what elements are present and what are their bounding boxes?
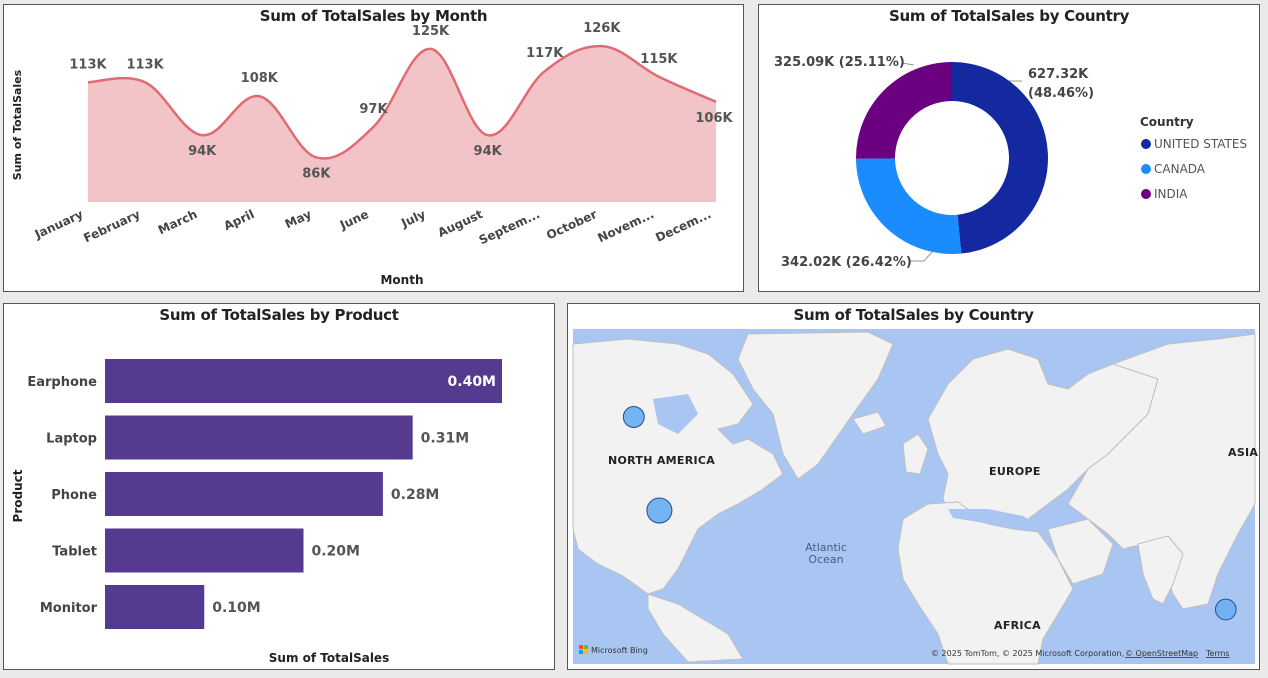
month-y-axis-label: Sum of TotalSales [11, 69, 24, 180]
slice-label-india: 325.09K (25.11%) [774, 55, 905, 70]
map-panel[interactable]: Sum of TotalSales by Country NORTH AMERI… [567, 303, 1260, 670]
month-x-axis-label: Month [380, 273, 423, 287]
product-y-tick-label: Monitor [40, 601, 98, 616]
legend-item-label: INDIA [1154, 187, 1188, 201]
map-copyright: © 2025 TomTom, © 2025 Microsoft Corporat… [931, 649, 1124, 658]
legend-item-label: UNITED STATES [1154, 137, 1247, 151]
month-x-tick-label: June [337, 207, 371, 233]
month-x-tick-label: Septem... [477, 207, 542, 247]
month-data-label: 97K [359, 102, 388, 117]
product-data-label: 0.28M [391, 487, 439, 503]
month-x-tick-label: January [32, 207, 86, 242]
product-data-label: 0.10M [212, 600, 260, 616]
month-data-label: 94K [474, 144, 503, 159]
month-data-label: 117K [526, 46, 564, 61]
month-data-label: 115K [640, 52, 678, 67]
map-bubble[interactable] [646, 497, 673, 524]
product-chart-panel[interactable]: Sum of TotalSales by Product Product Sum… [3, 303, 555, 670]
map-label-north-america: NORTH AMERICA [608, 454, 715, 467]
world-map[interactable]: NORTH AMERICA EUROPE ASIA AFRICA Atlanti… [568, 304, 1260, 670]
month-data-label: 126K [583, 21, 621, 36]
map-label-asia: ASIA [1228, 446, 1258, 459]
slice-label-canada: 342.02K (26.42%) [781, 255, 912, 270]
month-x-tick-label: May [283, 207, 314, 231]
product-x-axis-label: Sum of TotalSales [269, 651, 389, 665]
month-data-label: 113K [126, 57, 164, 72]
month-x-tick-label: February [81, 207, 142, 245]
month-x-tick-label: Decem... [653, 207, 713, 245]
month-area-chart[interactable]: Sum of TotalSales Month 113K 113K 94K 108K 8… [4, 5, 744, 292]
map-osm-link[interactable]: © OpenStreetMap [1125, 649, 1198, 658]
map-label-europe: EUROPE [989, 465, 1041, 478]
donut-slice [856, 62, 952, 159]
product-data-label: 0.40M [448, 374, 496, 390]
map-label-ocean-2: Ocean [808, 553, 843, 566]
donut-legend-title: Country [1140, 115, 1194, 129]
product-y-tick-label: Phone [51, 488, 97, 503]
product-bar-chart[interactable]: Product Sum of TotalSales Earphone 0.40M L… [4, 304, 555, 670]
country-donut-panel[interactable]: Sum of TotalSales by Country 627.32K (48… [758, 4, 1260, 292]
month-chart-panel[interactable]: Sum of TotalSales by Month Sum of TotalS… [3, 4, 744, 292]
month-x-tick-label: October [544, 207, 599, 243]
month-x-tick-label: Novem... [595, 207, 656, 245]
product-bar [105, 359, 502, 403]
slice-label-us-percent: (48.46%) [1028, 86, 1094, 101]
month-data-label: 106K [695, 111, 733, 126]
donut-slice [856, 158, 962, 254]
map-terms-link[interactable]: Terms [1205, 649, 1230, 658]
country-donut-chart[interactable]: 627.32K (48.46%) 342.02K (26.42%) 325.09… [759, 5, 1260, 292]
legend-marker [1141, 164, 1151, 174]
product-y-tick-label: Earphone [27, 375, 97, 390]
product-bar [105, 415, 413, 460]
month-data-label: 94K [188, 144, 217, 159]
legend-marker [1141, 139, 1151, 149]
month-data-label: 125K [412, 24, 450, 39]
product-data-label: 0.20M [312, 544, 360, 560]
product-bar [105, 528, 304, 573]
month-data-label: 113K [69, 57, 107, 72]
map-bubble[interactable] [1214, 598, 1237, 621]
month-area-fill [88, 46, 716, 202]
product-y-axis-label: Product [11, 469, 25, 522]
slice-label-us-value: 627.32K [1028, 67, 1089, 82]
map-bubble[interactable] [622, 406, 645, 428]
product-bar [105, 585, 205, 629]
month-x-tick-label: April [222, 207, 257, 233]
month-data-label: 86K [302, 166, 331, 181]
month-x-tick-label: July [398, 207, 428, 231]
month-data-label: 108K [241, 71, 279, 86]
product-bar [105, 472, 383, 516]
product-y-tick-label: Laptop [46, 432, 97, 447]
legend-item-label: CANADA [1154, 162, 1206, 176]
map-brand-label: Microsoft Bing [591, 646, 648, 655]
product-y-tick-label: Tablet [52, 545, 97, 560]
legend-marker [1141, 189, 1151, 199]
map-label-africa: AFRICA [994, 619, 1041, 632]
product-data-label: 0.31M [421, 431, 469, 447]
leader-line-canada [909, 249, 935, 262]
month-x-tick-label: March [156, 207, 200, 237]
